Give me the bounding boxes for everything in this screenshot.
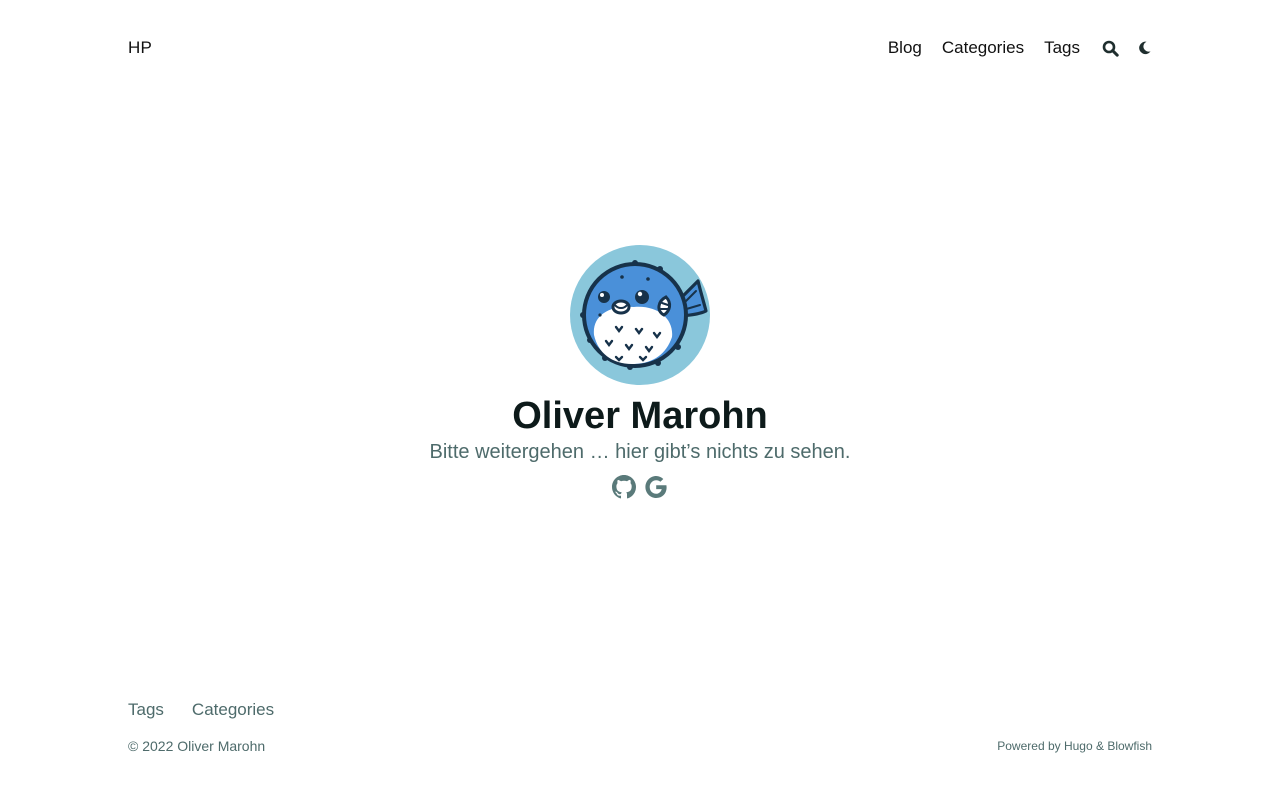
powered-prefix: Powered by bbox=[997, 739, 1064, 753]
author-hero: Oliver Marohn Bitte weitergehen … hier g… bbox=[0, 245, 1280, 499]
footer-categories-link[interactable]: Categories bbox=[192, 700, 274, 720]
footer-bottom: © 2022 Oliver Marohn Powered by Hugo & B… bbox=[128, 738, 1152, 754]
nav-blog[interactable]: Blog bbox=[888, 38, 922, 58]
search-icon[interactable] bbox=[1100, 38, 1120, 58]
site-logo[interactable]: HP bbox=[128, 38, 152, 58]
pufferfish-avatar-icon bbox=[580, 260, 708, 370]
author-name: Oliver Marohn bbox=[512, 395, 768, 437]
author-headline: Bitte weitergehen … hier gibt’s nichts z… bbox=[429, 441, 851, 463]
powered-amp: & bbox=[1092, 739, 1108, 753]
hugo-link[interactable]: Hugo bbox=[1064, 739, 1093, 753]
nav-tags[interactable]: Tags bbox=[1044, 38, 1080, 58]
page: HP Blog Categories Tags Oliver Marohn Bi… bbox=[0, 0, 1280, 800]
nav-categories[interactable]: Categories bbox=[942, 38, 1024, 58]
main-nav: Blog Categories Tags bbox=[868, 38, 1152, 58]
site-footer: Tags Categories © 2022 Oliver Marohn Pow… bbox=[128, 700, 1152, 754]
avatar bbox=[570, 245, 710, 385]
site-header: HP Blog Categories Tags bbox=[128, 30, 1152, 66]
powered-by: Powered by Hugo & Blowfish bbox=[997, 739, 1152, 753]
moon-icon[interactable] bbox=[1138, 38, 1152, 58]
footer-tags-link[interactable]: Tags bbox=[128, 700, 164, 720]
social-links bbox=[612, 475, 668, 499]
copyright: © 2022 Oliver Marohn bbox=[128, 738, 266, 754]
footer-menu: Tags Categories bbox=[128, 700, 1152, 720]
google-icon[interactable] bbox=[644, 475, 668, 499]
blowfish-link[interactable]: Blowfish bbox=[1107, 739, 1152, 753]
github-icon[interactable] bbox=[612, 475, 636, 499]
